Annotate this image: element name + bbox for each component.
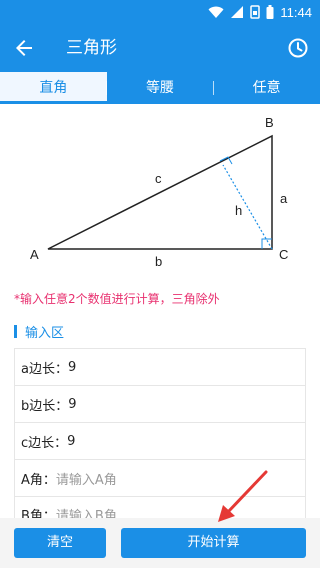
- field-label: c边长：: [21, 435, 68, 451]
- clear-button[interactable]: 清空: [14, 528, 106, 558]
- battery-icon: [266, 5, 274, 19]
- side-c-label: c: [155, 171, 162, 186]
- side-c-field[interactable]: c边长： 9: [14, 422, 306, 459]
- triangle-diagram: A B C a b c h: [30, 115, 288, 269]
- field-value[interactable]: 9: [67, 434, 75, 449]
- side-a-label: a: [280, 191, 288, 206]
- signal-icon: [231, 6, 244, 18]
- height-h-label: h: [235, 203, 242, 218]
- field-label: a边长：: [21, 361, 68, 377]
- altitude-line: [222, 164, 273, 250]
- field-label: A角：: [21, 472, 56, 488]
- tab-arbitrary[interactable]: 任意: [213, 72, 320, 104]
- arrow-left-icon[interactable]: [12, 36, 36, 60]
- status-time: 11:44: [280, 4, 312, 20]
- field-value[interactable]: 9: [68, 360, 76, 375]
- wifi-icon: [208, 6, 224, 18]
- history-clock-icon[interactable]: [286, 36, 310, 60]
- vertex-a-label: A: [30, 247, 39, 262]
- tab-right-angle[interactable]: 直角: [0, 72, 107, 104]
- status-bar: 11:44: [0, 0, 320, 24]
- field-value[interactable]: 9: [68, 397, 76, 412]
- shape-tabs: 直角 等腰 任意: [0, 72, 320, 104]
- field-placeholder[interactable]: 请输入A角: [56, 469, 117, 488]
- tab-isosceles[interactable]: 等腰: [107, 72, 214, 104]
- calculate-button[interactable]: 开始计算: [121, 528, 306, 558]
- side-b-label: b: [155, 254, 162, 269]
- input-list: a边长： 9 b边长： 9 c边长： 9 A角： 请输入A角 B角： 请输入B角: [14, 348, 306, 533]
- section-title: 输入区: [25, 326, 65, 341]
- main-content: A B C a b c h *输入任意2个数值进行计算，三角除外 输入区 a边长…: [0, 104, 320, 568]
- side-a-field[interactable]: a边长： 9: [14, 348, 306, 385]
- field-label: b边长：: [21, 398, 69, 414]
- status-icons: 11:44: [208, 4, 312, 20]
- page-title: 三角形: [66, 38, 117, 58]
- hint-text: *输入任意2个数值进行计算，三角除外: [14, 292, 220, 306]
- tab-divider: [106, 81, 107, 95]
- tab-divider: [213, 81, 214, 95]
- app-bar: 三角形: [0, 24, 320, 72]
- side-b-field[interactable]: b边长： 9: [14, 385, 306, 422]
- input-section-header: 输入区: [14, 322, 64, 341]
- bottom-action-bar: 清空 开始计算: [0, 518, 320, 568]
- vertex-b-label: B: [265, 115, 274, 130]
- angle-a-field[interactable]: A角： 请输入A角: [14, 459, 306, 496]
- section-accent-bar: [14, 325, 17, 338]
- right-angle-marker-h: [219, 156, 233, 165]
- vertex-c-label: C: [279, 247, 288, 262]
- sim-card-icon: [250, 5, 261, 19]
